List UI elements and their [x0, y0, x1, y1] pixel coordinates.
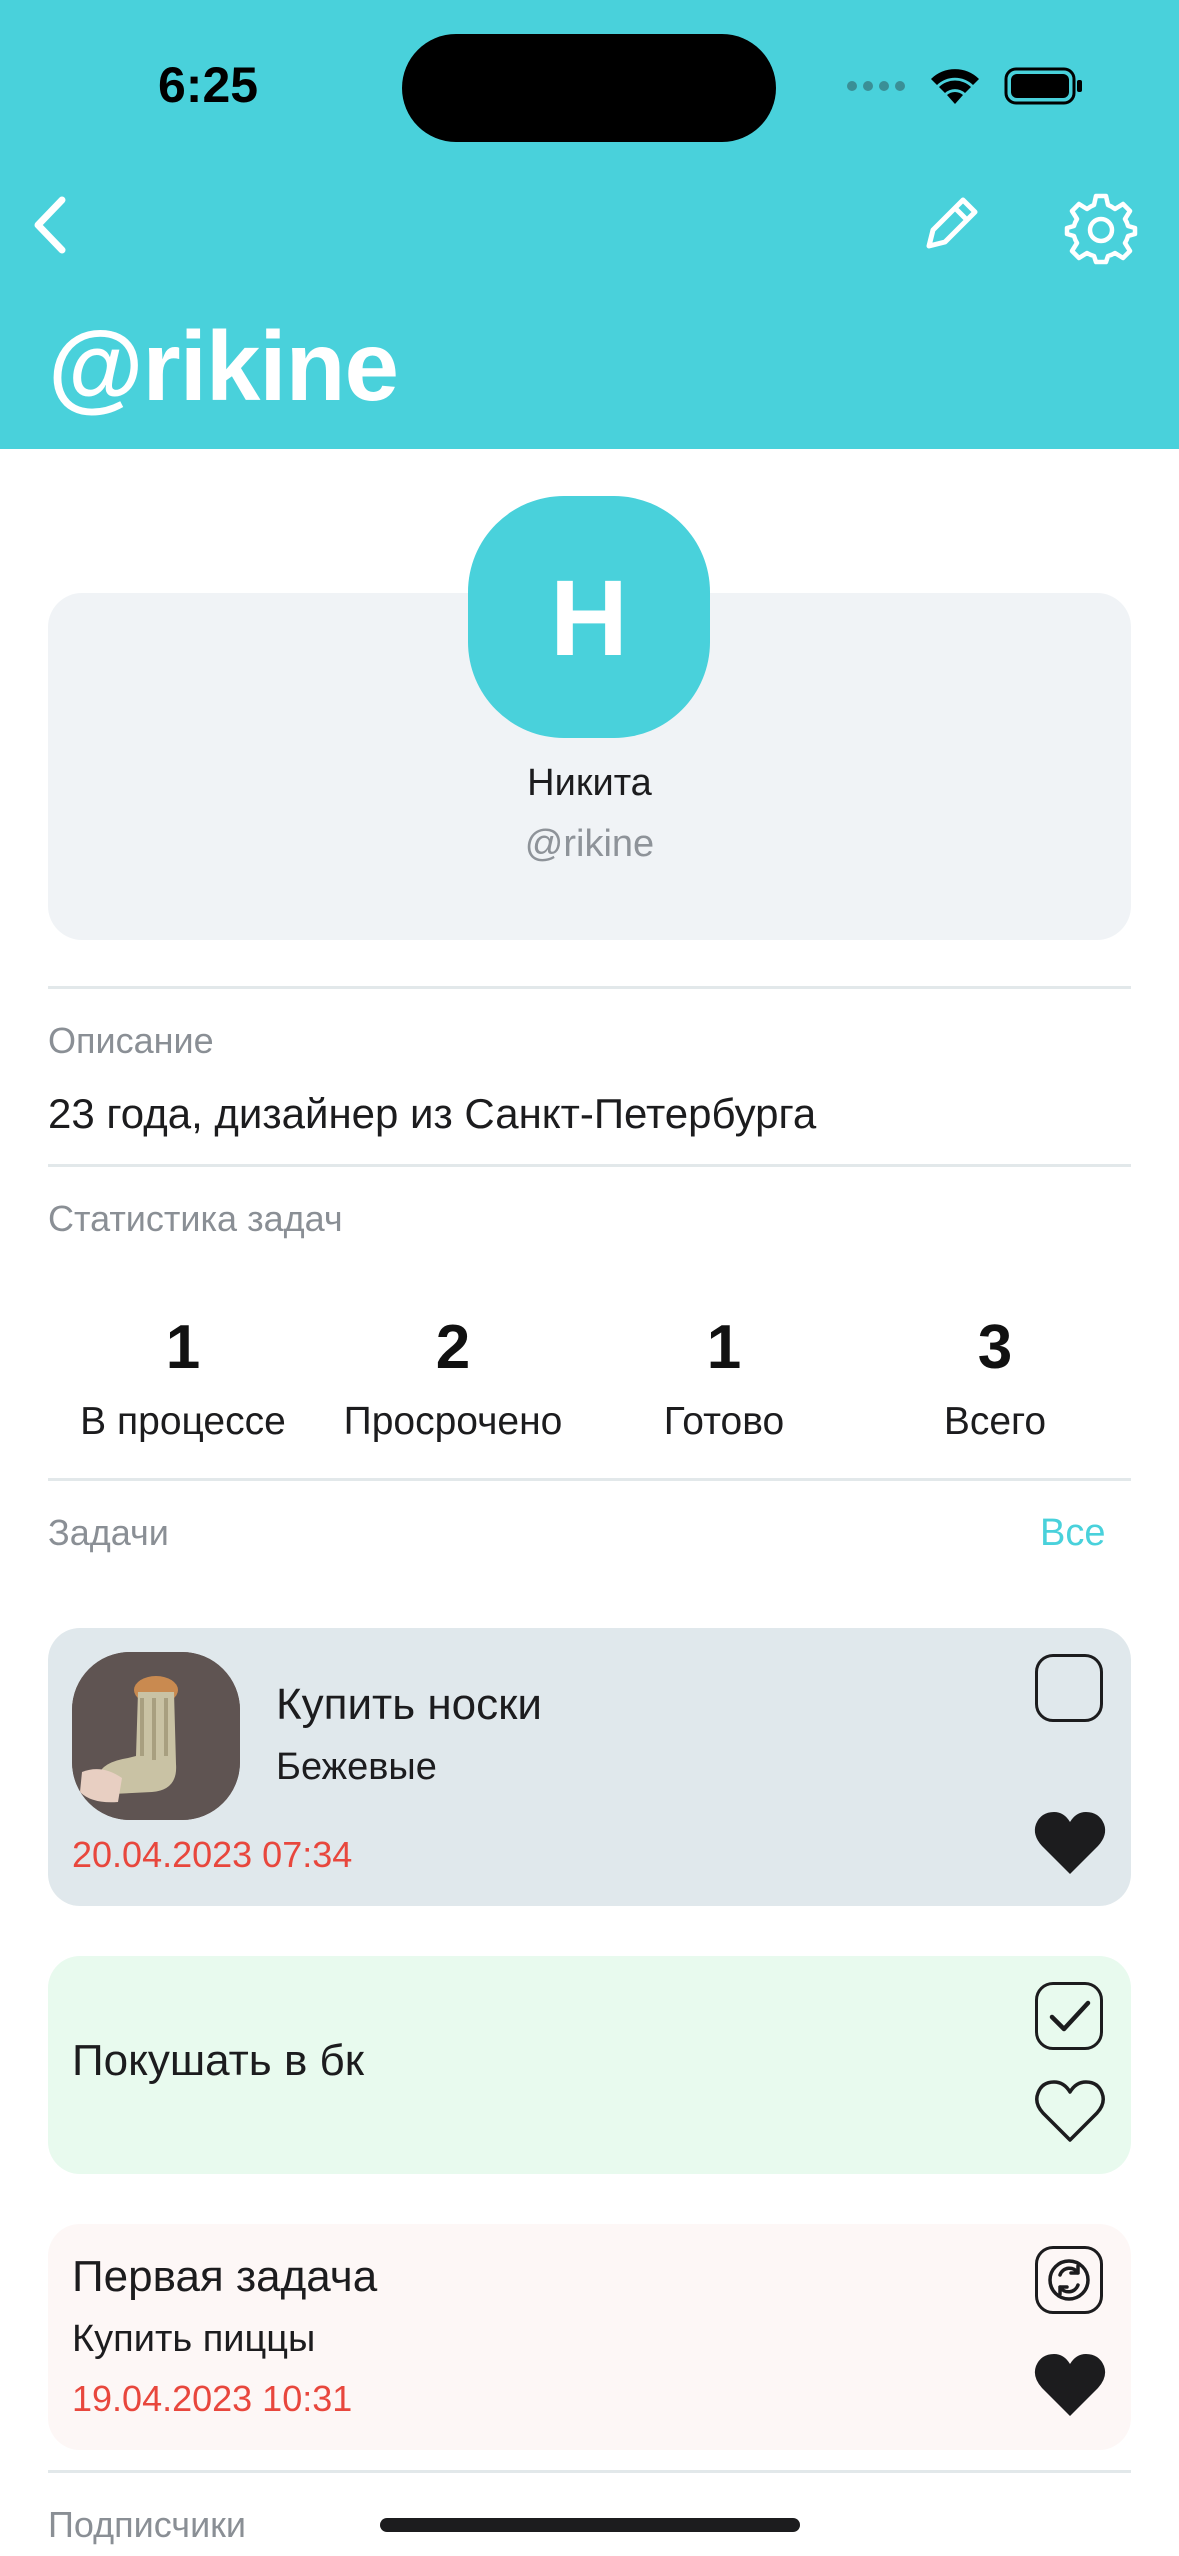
heart-filled-icon[interactable] — [1032, 2350, 1108, 2420]
status-time: 6:25 — [158, 57, 259, 113]
stat-label: Всего — [943, 1400, 1047, 1443]
page-title: @rikine — [48, 311, 399, 421]
profile-handle: @rikine — [524, 823, 655, 865]
chevron-left-icon — [34, 196, 66, 254]
tasks-label: Задачи — [48, 1512, 169, 1553]
back-button[interactable] — [20, 190, 90, 260]
profile-name: Никита — [527, 762, 652, 804]
heart-outline-icon[interactable] — [1032, 2076, 1108, 2146]
task-checkbox-repeat[interactable] — [1035, 2246, 1103, 2314]
dynamic-island — [402, 34, 776, 142]
task-title: Первая задача — [72, 2252, 378, 2301]
task-card[interactable]: Первая задача Купить пиццы 19.04.2023 10… — [48, 2224, 1131, 2450]
avatar[interactable]: Н — [468, 496, 710, 738]
task-subtitle: Купить пиццы — [72, 2318, 316, 2360]
signal-icon — [847, 81, 905, 91]
task-subtitle: Бежевые — [276, 1746, 437, 1788]
heart-filled-icon[interactable] — [1032, 1808, 1108, 1878]
avatar-letter: Н — [550, 556, 628, 678]
pencil-icon — [926, 197, 978, 249]
task-checkbox-checked[interactable] — [1035, 1982, 1103, 2050]
repeat-icon — [1048, 2259, 1090, 2301]
task-date: 20.04.2023 07:34 — [72, 1834, 353, 1875]
task-title: Покушать в бк — [72, 2036, 364, 2085]
checkmark-icon — [1049, 2000, 1091, 2032]
settings-button[interactable] — [1063, 190, 1139, 266]
stat-value: 2 — [435, 1313, 471, 1382]
stat-value: 1 — [706, 1313, 742, 1382]
stat-value: 3 — [977, 1313, 1013, 1382]
status-icons — [846, 62, 1084, 110]
task-card[interactable]: Купить носки Бежевые 20.04.2023 07:34 — [48, 1628, 1131, 1906]
stat-label: Готово — [663, 1400, 785, 1443]
see-all-link[interactable]: Все — [1040, 1512, 1105, 1555]
stat-label: В процессе — [80, 1400, 286, 1443]
task-date: 19.04.2023 10:31 — [72, 2378, 353, 2419]
task-card[interactable]: Покушать в бк — [48, 1956, 1131, 2174]
wifi-icon — [931, 69, 979, 104]
followers-label: Подписчики — [48, 2504, 247, 2545]
divider — [48, 986, 1131, 989]
divider — [48, 1164, 1131, 1167]
battery-icon — [1004, 67, 1082, 105]
stat-value: 1 — [165, 1313, 201, 1382]
profile-header: 6:25 @rikine — [0, 0, 1179, 449]
stat-label: Просрочено — [343, 1400, 563, 1443]
gear-icon — [1064, 193, 1138, 265]
task-image — [72, 1652, 240, 1820]
stats-label: Статистика задач — [48, 1198, 343, 1239]
description-text: 23 года, дизайнер из Санкт-Петербурга — [48, 1090, 817, 1137]
divider — [48, 1478, 1131, 1481]
edit-button[interactable] — [915, 190, 985, 260]
divider — [48, 2470, 1131, 2473]
description-label: Описание — [48, 1020, 214, 1061]
task-title: Купить носки — [276, 1680, 542, 1729]
home-indicator[interactable] — [380, 2518, 800, 2532]
task-checkbox[interactable] — [1035, 1654, 1103, 1722]
